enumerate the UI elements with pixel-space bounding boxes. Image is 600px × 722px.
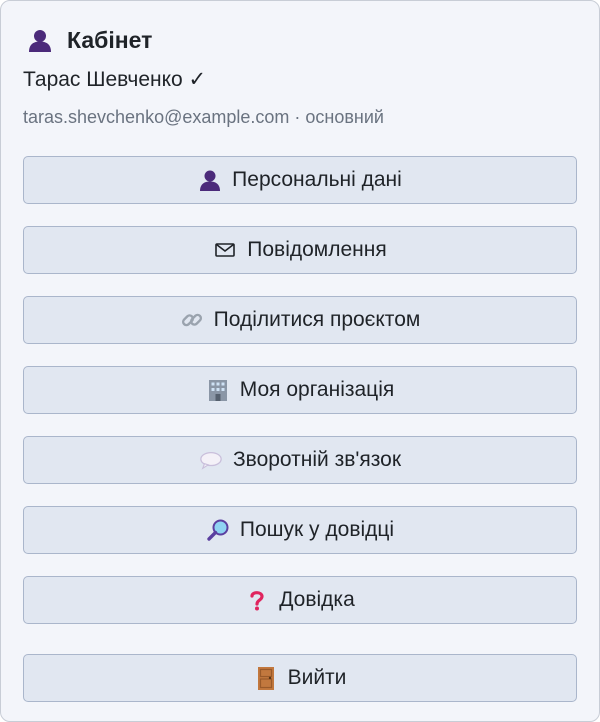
question-mark-icon — [245, 588, 269, 612]
office-building-icon — [206, 378, 230, 402]
door-icon — [254, 666, 278, 690]
messages-label: Повідомлення — [247, 238, 387, 261]
logout-button[interactable]: Вийти — [23, 654, 577, 702]
feedback-button[interactable]: Зворотній зв'язок — [23, 436, 577, 484]
magnifier-icon — [206, 518, 230, 542]
messages-button[interactable]: Повідомлення — [23, 226, 577, 274]
user-silhouette-icon — [27, 27, 53, 53]
page-title: Кабінет — [67, 26, 153, 53]
share-project-button[interactable]: Поділитися проєктом — [23, 296, 577, 344]
personal-data-button[interactable]: Персональні дані — [23, 156, 577, 204]
logout-label: Вийти — [287, 666, 347, 689]
help-label: Довідка — [279, 588, 355, 611]
user-email: taras.shevchenko@example.com · основний — [23, 107, 384, 127]
my-organization-label: Моя організація — [239, 378, 395, 401]
my-organization-button[interactable]: Моя організація — [23, 366, 577, 414]
help-search-label: Пошук у довідці — [239, 518, 395, 541]
feedback-label: Зворотній зв'язок — [232, 448, 402, 471]
user-name: Тарас Шевченко ✓ — [23, 68, 207, 91]
share-project-label: Поділитися проєктом — [213, 308, 421, 331]
speech-bubble-icon — [199, 448, 223, 472]
panel-header: Кабінет — [27, 25, 152, 55]
link-icon — [180, 308, 204, 332]
user-silhouette-icon — [198, 168, 222, 192]
account-panel: Кабінет Тарас Шевченко ✓ taras.shevchenk… — [0, 0, 600, 722]
help-button[interactable]: Довідка — [23, 576, 577, 624]
help-search-button[interactable]: Пошук у довідці — [23, 506, 577, 554]
envelope-icon — [213, 238, 237, 262]
personal-data-label: Персональні дані — [232, 168, 402, 191]
